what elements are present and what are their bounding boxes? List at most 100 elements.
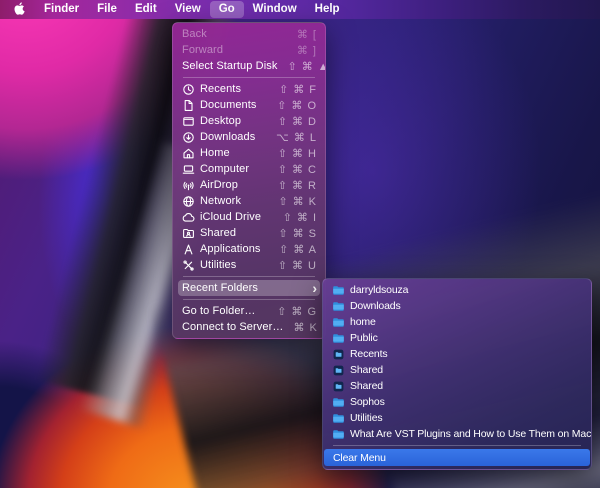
- menu-item-label: Downloads: [350, 300, 401, 312]
- folder-icon: [332, 396, 345, 409]
- recent-folders-submenu: darryldsouza Downloads home Public Recen…: [322, 278, 592, 470]
- folder-icon: [332, 284, 345, 297]
- menu-item-label: Forward: [182, 44, 223, 56]
- menu-item-label: Recent Folders: [182, 282, 258, 294]
- go-menu-item-airdrop[interactable]: AirDrop ⇧ ⌘ R: [173, 177, 325, 193]
- go-menu-item-utilities[interactable]: Utilities ⇧ ⌘ U: [173, 257, 325, 273]
- smart-folder-icon: [332, 364, 345, 377]
- menubar-item-help[interactable]: Help: [306, 1, 349, 18]
- smart-folder-icon: [332, 380, 345, 393]
- go-menu-item-shared[interactable]: Shared ⇧ ⌘ S: [173, 225, 325, 241]
- menu-item-label: Back: [182, 28, 207, 40]
- home-icon: [182, 147, 195, 160]
- go-menu-item-back[interactable]: Back ⌘ [: [173, 26, 325, 42]
- menu-item-label: Applications: [200, 243, 261, 255]
- menubar-item-label: Go: [219, 3, 235, 15]
- menu-item-shortcut: ⇧ ⌘ O: [267, 99, 317, 112]
- menubar-item-label: File: [97, 3, 117, 15]
- go-menu-item-downloads[interactable]: Downloads ⌥ ⌘ L: [173, 129, 325, 145]
- menu-item-label: Shared: [350, 380, 383, 392]
- recent-folders-item-utilities[interactable]: Utilities: [323, 410, 591, 426]
- menu-item-label: Documents: [200, 99, 257, 111]
- menu-item-label: Downloads: [200, 131, 255, 143]
- clock-icon: [182, 83, 195, 96]
- menubar-item-label: Window: [253, 3, 297, 15]
- recent-folders-item-shared[interactable]: Shared: [323, 378, 591, 394]
- go-menu-item-network[interactable]: Network ⇧ ⌘ K: [173, 193, 325, 209]
- menu-item-shortcut: ⇧ ⌘ K: [268, 195, 317, 208]
- go-menu-item-home[interactable]: Home ⇧ ⌘ H: [173, 145, 325, 161]
- go-menu-item-icloud-drive[interactable]: iCloud Drive ⇧ ⌘ I: [173, 209, 325, 225]
- recent-folders-item-clear-menu[interactable]: Clear Menu: [324, 449, 590, 466]
- menubar-item-file[interactable]: File: [88, 1, 126, 18]
- menubar-item-label: Edit: [135, 3, 157, 15]
- menu-item-label: Select Startup Disk: [182, 60, 277, 72]
- menu-item-shortcut: ⇧ ⌘ U: [268, 259, 317, 272]
- folder-icon: [332, 428, 345, 441]
- go-menu-item-recents[interactable]: Recents ⇧ ⌘ F: [173, 81, 325, 97]
- document-icon: [182, 99, 195, 112]
- menubar-item-label: Help: [315, 3, 340, 15]
- menu-item-shortcut: ⌥ ⌘ L: [266, 131, 317, 144]
- menu-item-label: Recents: [350, 348, 387, 360]
- menu-item-label: iCloud Drive: [200, 211, 261, 223]
- recent-folders-item-recents[interactable]: Recents: [323, 346, 591, 362]
- menu-item-shortcut: ⇧ ⌘ S: [268, 227, 317, 240]
- recent-folders-item-sophos[interactable]: Sophos: [323, 394, 591, 410]
- smart-folder-icon: [332, 348, 345, 361]
- menu-item-label: Shared: [350, 364, 383, 376]
- go-menu-item-forward[interactable]: Forward ⌘ ]: [173, 42, 325, 58]
- applications-icon: [182, 243, 195, 256]
- menu-item-shortcut: ⇧ ⌘ R: [268, 179, 317, 192]
- desktop-icon: [182, 115, 195, 128]
- recent-folders-item-what-are-vst-plugins-and-how-to-use-them-on-mac[interactable]: What Are VST Plugins and How to Use Them…: [323, 426, 591, 442]
- network-icon: [182, 195, 195, 208]
- recent-folders-item-downloads[interactable]: Downloads: [323, 298, 591, 314]
- shared-folder-icon: [182, 227, 195, 240]
- go-menu-item-go-to-folder[interactable]: Go to Folder… ⇧ ⌘ G: [173, 303, 325, 319]
- menu-item-label: Public: [350, 332, 378, 344]
- go-menu-item-connect-to-server[interactable]: Connect to Server… ⌘ K: [173, 319, 325, 335]
- apple-icon: [14, 2, 25, 18]
- menu-item-label: AirDrop: [200, 179, 238, 191]
- menu-item-label: Shared: [200, 227, 236, 239]
- recent-folders-item-darryldsouza[interactable]: darryldsouza: [323, 282, 591, 298]
- menu-item-label: Home: [200, 147, 230, 159]
- go-menu-item-recent-folders[interactable]: Recent Folders ›: [178, 280, 320, 296]
- folder-icon: [332, 332, 345, 345]
- menu-separator: [333, 445, 581, 446]
- go-menu-item-select-startup-disk[interactable]: Select Startup Disk ⇧ ⌘ ▲: [173, 58, 325, 74]
- utilities-icon: [182, 259, 195, 272]
- menubar-item-view[interactable]: View: [166, 1, 210, 18]
- menu-item-shortcut: ⇧ ⌘ H: [268, 147, 317, 160]
- menu-item-label: home: [350, 316, 376, 328]
- recent-folders-item-home[interactable]: home: [323, 314, 591, 330]
- go-menu-item-applications[interactable]: Applications ⇧ ⌘ A: [173, 241, 325, 257]
- go-menu: Back ⌘ [ Forward ⌘ ] Select Startup Disk…: [172, 22, 326, 339]
- menu-item-label: Go to Folder…: [182, 305, 255, 317]
- folder-icon: [332, 316, 345, 329]
- folder-icon: [332, 412, 345, 425]
- menu-item-label: Connect to Server…: [182, 321, 283, 333]
- desktop-screen: Finder File Edit View Go Window Help Bac…: [0, 0, 600, 488]
- menu-item-label: Utilities: [200, 259, 236, 271]
- menubar-item-go[interactable]: Go: [210, 1, 244, 18]
- menubar-item-window[interactable]: Window: [244, 1, 306, 18]
- menu-item-shortcut: ⌘ [: [287, 28, 317, 41]
- menubar-item-finder[interactable]: Finder: [35, 1, 88, 18]
- menu-item-shortcut: ⌘ ]: [287, 44, 317, 57]
- menubar-item-label: Finder: [44, 3, 79, 15]
- apple-menu[interactable]: [4, 2, 35, 18]
- recent-folders-item-shared[interactable]: Shared: [323, 362, 591, 378]
- menubar-items: Finder File Edit View Go Window Help: [35, 1, 349, 18]
- menu-item-label: Network: [200, 195, 241, 207]
- menu-bar: Finder File Edit View Go Window Help: [0, 0, 600, 19]
- menubar-item-edit[interactable]: Edit: [126, 1, 166, 18]
- go-menu-item-desktop[interactable]: Desktop ⇧ ⌘ D: [173, 113, 325, 129]
- go-menu-item-documents[interactable]: Documents ⇧ ⌘ O: [173, 97, 325, 113]
- menu-item-label: darryldsouza: [350, 284, 408, 296]
- go-menu-item-computer[interactable]: Computer ⇧ ⌘ C: [173, 161, 325, 177]
- menu-item-shortcut: ⇧ ⌘ G: [267, 305, 317, 318]
- menu-separator: [183, 276, 315, 277]
- recent-folders-item-public[interactable]: Public: [323, 330, 591, 346]
